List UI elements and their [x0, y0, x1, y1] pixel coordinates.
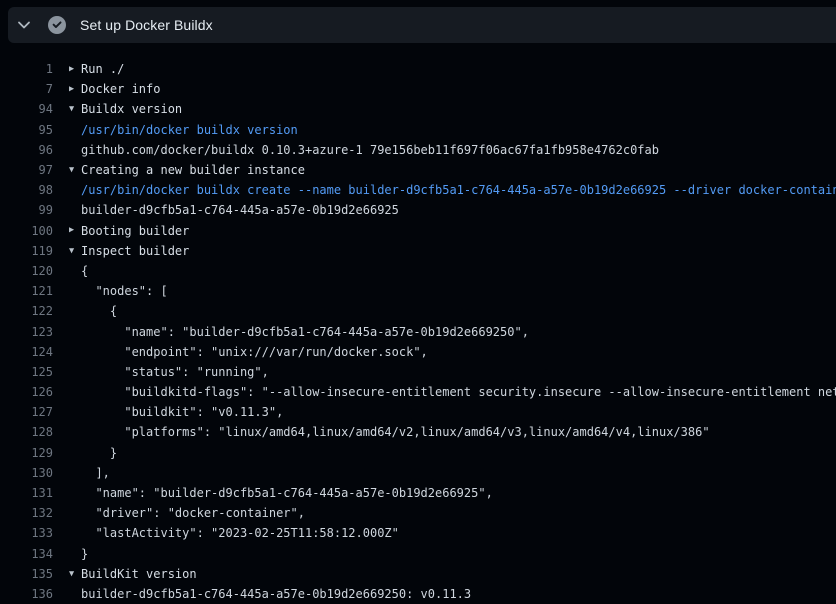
log-text: "lastActivity": "2023-02-25T11:58:12.000… [81, 526, 836, 540]
log-line: 96 github.com/docker/buildx 0.10.3+azure… [0, 140, 836, 160]
log-line: 130 ], [0, 463, 836, 483]
line-number[interactable]: 94 [0, 102, 53, 116]
log-line: 131 "name": "builder-d9cfb5a1-c764-445a-… [0, 483, 836, 503]
line-number[interactable]: 1 [0, 62, 53, 76]
log-line: 133 "lastActivity": "2023-02-25T11:58:12… [0, 523, 836, 543]
line-number[interactable]: 123 [0, 325, 53, 339]
log-line[interactable]: 135 ▼ BuildKit version [0, 564, 836, 584]
log-text: builder-d9cfb5a1-c764-445a-a57e-0b19d2e6… [81, 203, 836, 217]
line-number[interactable]: 122 [0, 304, 53, 318]
log-line: 125 "status": "running", [0, 362, 836, 382]
group-caret-icon[interactable]: ▼ [53, 105, 81, 114]
line-number[interactable]: 127 [0, 405, 53, 419]
line-number[interactable]: 129 [0, 446, 53, 460]
log-line: 123 "name": "builder-d9cfb5a1-c764-445a-… [0, 321, 836, 341]
log-text: "status": "running", [81, 365, 836, 379]
log-text[interactable]: BuildKit version [81, 567, 836, 581]
log-text: } [81, 446, 836, 460]
log-line: 98 /usr/bin/docker buildx create --name … [0, 180, 836, 200]
log-text: "name": "builder-d9cfb5a1-c764-445a-a57e… [81, 325, 836, 339]
line-number[interactable]: 120 [0, 264, 53, 278]
line-number[interactable]: 136 [0, 587, 53, 601]
log-text[interactable]: Docker info [81, 82, 836, 96]
line-number[interactable]: 100 [0, 224, 53, 238]
log-text: /usr/bin/docker buildx version [81, 123, 836, 137]
log-line[interactable]: 94 ▼ Buildx version [0, 99, 836, 119]
log-text[interactable]: Booting builder [81, 224, 836, 238]
log-text[interactable]: Creating a new builder instance [81, 163, 836, 177]
line-number[interactable]: 97 [0, 163, 53, 177]
line-number[interactable]: 7 [0, 82, 53, 96]
log-line[interactable]: 100 ▶ Booting builder [0, 221, 836, 241]
log-text: { [81, 304, 836, 318]
line-number[interactable]: 130 [0, 466, 53, 480]
line-number[interactable]: 99 [0, 203, 53, 217]
log-text: "nodes": [ [81, 284, 836, 298]
log-line[interactable]: 97 ▼ Creating a new builder instance [0, 160, 836, 180]
log-line: 136 builder-d9cfb5a1-c764-445a-a57e-0b19… [0, 584, 836, 604]
log-line: 127 "buildkit": "v0.11.3", [0, 402, 836, 422]
line-number[interactable]: 134 [0, 547, 53, 561]
line-number[interactable]: 133 [0, 526, 53, 540]
group-caret-icon[interactable]: ▼ [53, 570, 81, 579]
line-number[interactable]: 125 [0, 365, 53, 379]
line-number[interactable]: 131 [0, 486, 53, 500]
group-caret-icon[interactable]: ▼ [53, 166, 81, 175]
log-line: 95 /usr/bin/docker buildx version [0, 120, 836, 140]
log-line: 134 } [0, 544, 836, 564]
log-line: 120 { [0, 261, 836, 281]
line-number[interactable]: 126 [0, 385, 53, 399]
log-line[interactable]: 7 ▶ Docker info [0, 79, 836, 99]
line-number[interactable]: 119 [0, 244, 53, 258]
step-title: Set up Docker Buildx [80, 17, 213, 33]
line-number[interactable]: 95 [0, 123, 53, 137]
log-line: 129 } [0, 443, 836, 463]
line-number[interactable]: 132 [0, 506, 53, 520]
line-number[interactable]: 98 [0, 183, 53, 197]
log-text: /usr/bin/docker buildx create --name bui… [81, 183, 836, 197]
line-number[interactable]: 121 [0, 284, 53, 298]
step-header[interactable]: Set up Docker Buildx [8, 7, 836, 43]
log-line: 124 "endpoint": "unix:///var/run/docker.… [0, 342, 836, 362]
group-caret-icon[interactable]: ▶ [53, 226, 81, 235]
chevron-down-icon[interactable] [16, 17, 32, 33]
group-caret-icon[interactable]: ▼ [53, 247, 81, 256]
log-line: 128 "platforms": "linux/amd64,linux/amd6… [0, 422, 836, 442]
line-number[interactable]: 128 [0, 425, 53, 439]
group-caret-icon[interactable]: ▶ [53, 65, 81, 74]
log-text[interactable]: Inspect builder [81, 244, 836, 258]
log-text[interactable]: Buildx version [81, 102, 836, 116]
log-text: github.com/docker/buildx 0.10.3+azure-1 … [81, 143, 836, 157]
log-text: "buildkit": "v0.11.3", [81, 405, 836, 419]
check-circle-icon [48, 16, 66, 34]
line-number[interactable]: 124 [0, 345, 53, 359]
log-text: } [81, 547, 836, 561]
log-line[interactable]: 1 ▶ Run ./ [0, 59, 836, 79]
actions-log-viewer: Set up Docker Buildx 1 ▶ Run ./ 7 ▶ Dock… [0, 0, 836, 604]
log-line: 122 { [0, 301, 836, 321]
log-line[interactable]: 119 ▼ Inspect builder [0, 241, 836, 261]
log-text: "name": "builder-d9cfb5a1-c764-445a-a57e… [81, 486, 836, 500]
group-caret-icon[interactable]: ▶ [53, 85, 81, 94]
log-text: ], [81, 466, 836, 480]
log-text: "platforms": "linux/amd64,linux/amd64/v2… [81, 425, 836, 439]
log-text: "buildkitd-flags": "--allow-insecure-ent… [81, 385, 836, 399]
line-number[interactable]: 135 [0, 567, 53, 581]
log-line: 99 builder-d9cfb5a1-c764-445a-a57e-0b19d… [0, 200, 836, 220]
line-number[interactable]: 96 [0, 143, 53, 157]
log-text: builder-d9cfb5a1-c764-445a-a57e-0b19d2e6… [81, 587, 836, 601]
log-text[interactable]: Run ./ [81, 62, 836, 76]
log-line: 132 "driver": "docker-container", [0, 503, 836, 523]
log-text: { [81, 264, 836, 278]
log-text: "driver": "docker-container", [81, 506, 836, 520]
log-line: 121 "nodes": [ [0, 281, 836, 301]
log-text: "endpoint": "unix:///var/run/docker.sock… [81, 345, 836, 359]
log-line: 126 "buildkitd-flags": "--allow-insecure… [0, 382, 836, 402]
log-output: 1 ▶ Run ./ 7 ▶ Docker info 94 ▼ Buildx v… [0, 43, 836, 604]
